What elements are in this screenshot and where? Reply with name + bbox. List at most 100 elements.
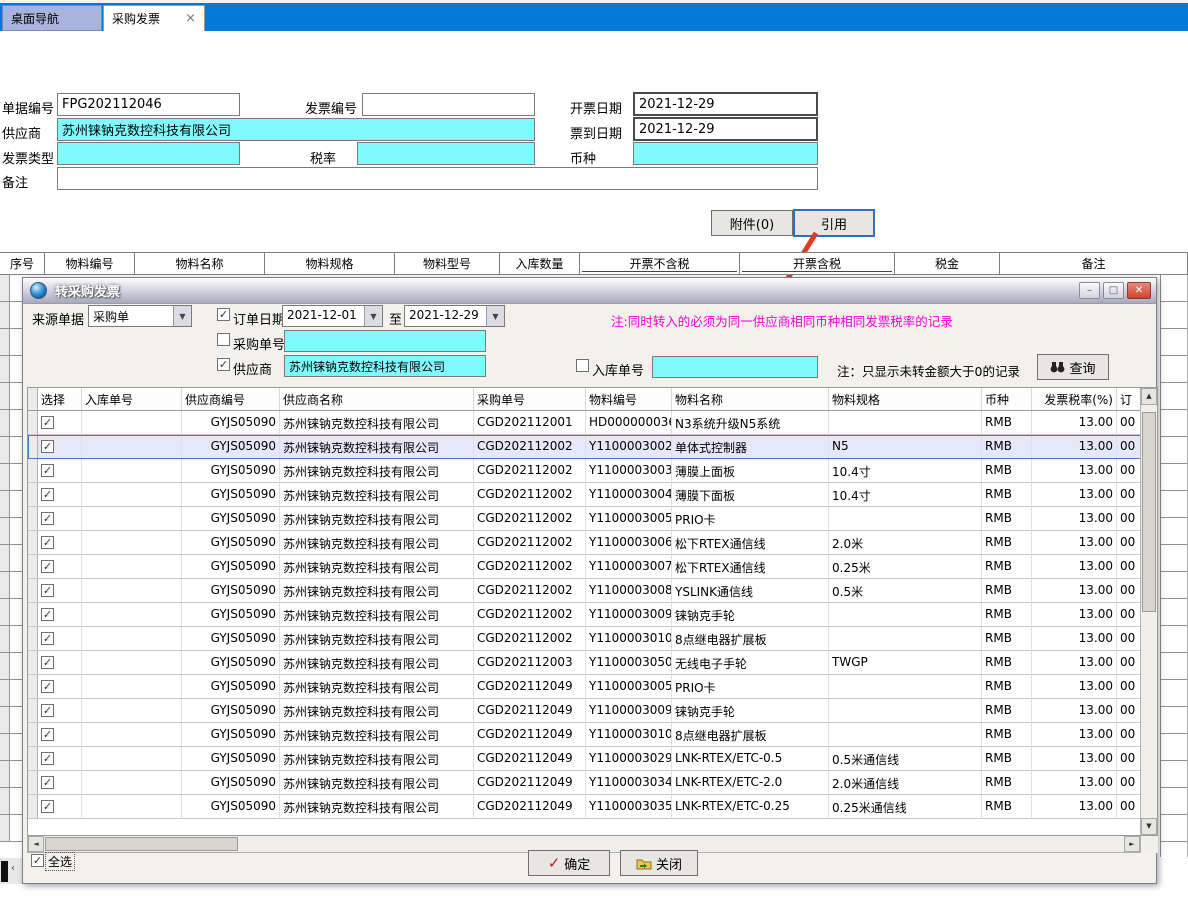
source-doc-select[interactable]: 采购单 ▼ — [88, 305, 192, 327]
chevron-down-icon[interactable]: ▼ — [486, 306, 504, 326]
table-cell[interactable]: GYJS05090 — [182, 747, 280, 771]
table-cell[interactable]: RMB — [982, 579, 1032, 603]
table-cell[interactable]: 13.00 — [1032, 435, 1117, 459]
chevron-down-icon[interactable]: ▼ — [364, 306, 382, 326]
table-cell[interactable]: GYJS05090 — [182, 651, 280, 675]
table-cell[interactable]: 2.0米 — [829, 531, 982, 555]
row-checkbox[interactable]: ✓ — [41, 608, 54, 621]
table-cell[interactable]: 00 — [1117, 603, 1142, 627]
table-cell[interactable]: 13.00 — [1032, 579, 1117, 603]
table-cell[interactable]: RMB — [982, 627, 1032, 651]
row-checkbox[interactable]: ✓ — [41, 536, 54, 549]
table-cell[interactable]: 00 — [1117, 435, 1142, 459]
row-checkbox[interactable]: ✓ — [41, 632, 54, 645]
table-cell[interactable]: RMB — [982, 555, 1032, 579]
remark-field[interactable] — [57, 167, 818, 190]
table-cell[interactable]: GYJS05090 — [182, 795, 280, 819]
table-cell[interactable]: 13.00 — [1032, 603, 1117, 627]
table-cell[interactable]: 00 — [1117, 699, 1142, 723]
table-cell[interactable]: 苏州铼钠克数控科技有限公司 — [280, 411, 474, 435]
table-cell[interactable]: 00 — [1117, 483, 1142, 507]
table-cell[interactable] — [82, 507, 182, 531]
doc-no-field[interactable] — [57, 93, 240, 116]
table-cell[interactable]: 苏州铼钠克数控科技有限公司 — [280, 627, 474, 651]
bg-column-header[interactable]: 入库数量 — [500, 253, 580, 274]
select-all-checkbox[interactable]: ✓ — [31, 854, 44, 867]
row-checkbox[interactable]: ✓ — [41, 584, 54, 597]
table-cell[interactable] — [82, 411, 182, 435]
table-cell[interactable]: Y1100003050 — [586, 651, 672, 675]
bg-column-header[interactable]: 备注 — [1000, 253, 1188, 274]
dialog-minimize-button[interactable]: – — [1079, 282, 1100, 299]
table-cell[interactable]: 苏州铼钠克数控科技有限公司 — [280, 579, 474, 603]
row-checkbox[interactable]: ✓ — [41, 560, 54, 573]
table-cell[interactable]: 00 — [1117, 723, 1142, 747]
table-cell[interactable]: GYJS05090 — [182, 507, 280, 531]
table-cell[interactable]: CGD202112002 — [474, 435, 586, 459]
column-header[interactable]: 订 — [1117, 388, 1142, 410]
table-cell[interactable]: CGD202112049 — [474, 675, 586, 699]
table-cell[interactable]: Y1100003009 — [586, 603, 672, 627]
table-cell[interactable]: LNK-RTEX/ETC-0.25 — [672, 795, 829, 819]
table-cell[interactable]: 单体式控制器 — [672, 435, 829, 459]
table-cell[interactable]: N5 — [829, 435, 982, 459]
table-cell[interactable]: CGD202112002 — [474, 507, 586, 531]
row-checkbox[interactable]: ✓ — [41, 704, 54, 717]
dialog-close-button[interactable]: ✕ — [1127, 282, 1151, 299]
bg-column-header[interactable]: 物料编号 — [45, 253, 135, 274]
table-cell[interactable]: 00 — [1117, 531, 1142, 555]
table-cell[interactable]: GYJS05090 — [182, 699, 280, 723]
table-cell[interactable]: 13.00 — [1032, 795, 1117, 819]
inbound-no-checkbox[interactable] — [576, 359, 589, 372]
table-cell[interactable]: GYJS05090 — [182, 435, 280, 459]
table-cell[interactable]: 13.00 — [1032, 627, 1117, 651]
table-cell[interactable]: GYJS05090 — [182, 579, 280, 603]
table-cell[interactable] — [829, 699, 982, 723]
table-cell[interactable]: 苏州铼钠克数控科技有限公司 — [280, 435, 474, 459]
table-cell[interactable] — [829, 411, 982, 435]
table-cell[interactable]: 薄膜下面板 — [672, 483, 829, 507]
table-cell[interactable] — [82, 699, 182, 723]
table-cell[interactable]: 00 — [1117, 411, 1142, 435]
table-cell[interactable]: 松下RTEX通信线 — [672, 531, 829, 555]
table-cell[interactable] — [829, 627, 982, 651]
table-cell[interactable]: YSLINK通信线 — [672, 579, 829, 603]
chevron-down-icon[interactable]: ▼ — [173, 306, 191, 326]
table-cell[interactable]: 0.5米通信线 — [829, 747, 982, 771]
table-cell[interactable]: 00 — [1117, 555, 1142, 579]
row-checkbox[interactable]: ✓ — [41, 728, 54, 741]
table-cell[interactable]: 00 — [1117, 459, 1142, 483]
bg-column-header[interactable]: 物料规格 — [265, 253, 395, 274]
column-header[interactable]: 发票税率(%) — [1032, 388, 1117, 410]
table-cell[interactable]: 13.00 — [1032, 747, 1117, 771]
table-cell[interactable]: 00 — [1117, 579, 1142, 603]
table-cell[interactable]: 苏州铼钠克数控科技有限公司 — [280, 459, 474, 483]
table-cell[interactable]: 8点继电器扩展板 — [672, 627, 829, 651]
table-row[interactable]: ✓GYJS05090苏州铼钠克数控科技有限公司CGD202112049Y1100… — [28, 771, 1157, 795]
table-cell[interactable]: GYJS05090 — [182, 459, 280, 483]
table-cell[interactable] — [82, 627, 182, 651]
table-cell[interactable]: 00 — [1117, 675, 1142, 699]
table-cell[interactable]: 无线电子手轮 — [672, 651, 829, 675]
background-hscrollbar[interactable]: ‹ — [0, 858, 22, 884]
table-cell[interactable]: 苏州铼钠克数控科技有限公司 — [280, 555, 474, 579]
table-cell[interactable] — [82, 555, 182, 579]
table-cell[interactable] — [82, 483, 182, 507]
row-checkbox[interactable]: ✓ — [41, 656, 54, 669]
table-cell[interactable]: GYJS05090 — [182, 411, 280, 435]
table-cell[interactable]: 苏州铼钠克数控科技有限公司 — [280, 531, 474, 555]
table-cell[interactable]: CGD202112002 — [474, 555, 586, 579]
invoice-no-field[interactable] — [362, 93, 535, 116]
table-cell[interactable]: Y1100003034 — [586, 771, 672, 795]
table-cell[interactable]: RMB — [982, 603, 1032, 627]
supplier-filter-field[interactable] — [284, 355, 486, 377]
column-header[interactable]: 物料名称 — [672, 388, 829, 410]
row-checkbox[interactable]: ✓ — [41, 776, 54, 789]
table-cell[interactable] — [829, 507, 982, 531]
row-checkbox[interactable]: ✓ — [41, 680, 54, 693]
table-cell[interactable]: Y1100003006 — [586, 531, 672, 555]
table-cell[interactable]: 2.0米通信线 — [829, 771, 982, 795]
table-cell[interactable]: RMB — [982, 507, 1032, 531]
row-checkbox[interactable]: ✓ — [41, 800, 54, 813]
table-cell[interactable]: 13.00 — [1032, 675, 1117, 699]
